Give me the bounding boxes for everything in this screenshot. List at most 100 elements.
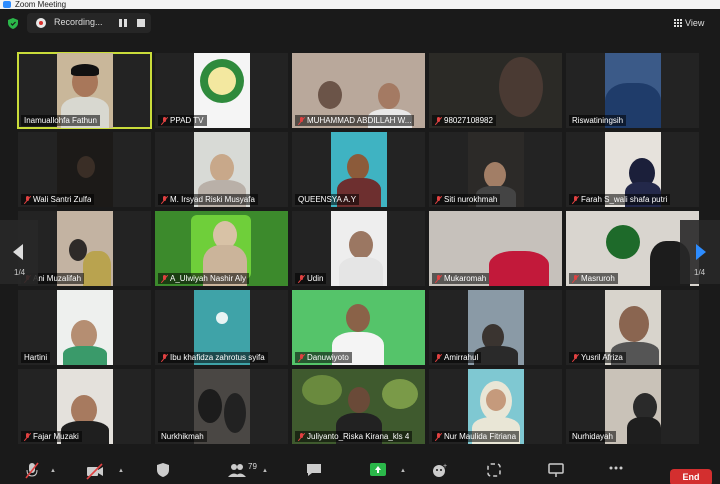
participant-tile[interactable]: 98027108982 bbox=[429, 53, 562, 128]
participant-name-tag: M. Irsyad Riski Musyafa bbox=[158, 194, 258, 205]
participant-tile[interactable]: M. Irsyad Riski Musyafa bbox=[155, 132, 288, 207]
participant-tile[interactable]: Amirrahul bbox=[429, 290, 562, 365]
participant-tile[interactable]: Ibu khafidza zahrotus syifa bbox=[155, 290, 288, 365]
previous-page-button[interactable]: 1/4 bbox=[0, 220, 38, 284]
participant-name-tag: Inamuallohfa Fathun bbox=[21, 115, 100, 126]
muted-mic-icon bbox=[161, 195, 168, 204]
recording-label: Recording... bbox=[54, 17, 103, 27]
chevron-right-icon bbox=[696, 244, 706, 260]
reactions-button[interactable]: + bbox=[432, 462, 448, 480]
chat-button[interactable] bbox=[306, 462, 322, 480]
muted-mic-icon bbox=[24, 195, 31, 204]
meeting-topbar: Recording... View bbox=[0, 9, 720, 37]
muted-mic-icon bbox=[435, 274, 442, 283]
muted-mic-icon bbox=[435, 432, 442, 441]
participant-tile[interactable]: Wali Santri Zulfa bbox=[18, 132, 151, 207]
muted-mic-icon bbox=[572, 195, 579, 204]
shield-icon bbox=[157, 463, 169, 477]
participant-tile[interactable]: Nur Maulida Fitriana bbox=[429, 369, 562, 444]
participant-tile[interactable]: Farah S_wali shafa putri bbox=[566, 132, 699, 207]
participant-tile[interactable]: A_Ulwiyah Nashir Aly bbox=[155, 211, 288, 286]
audio-options-caret-icon[interactable]: ▲ bbox=[50, 468, 56, 474]
chat-bubble-icon bbox=[307, 464, 321, 476]
participant-tile[interactable]: Mukaromah bbox=[429, 211, 562, 286]
participant-name-tag: QUEENSYA A.Y bbox=[295, 194, 360, 205]
participant-name-tag: Yusril Afriza bbox=[569, 352, 626, 363]
muted-microphone-icon bbox=[25, 462, 39, 479]
start-video-button[interactable]: ▲ bbox=[86, 462, 124, 480]
participants-button[interactable]: 79 ▲ bbox=[228, 462, 268, 480]
emoji-icon: + bbox=[433, 463, 447, 477]
participant-name-tag: Mukaromah bbox=[432, 273, 490, 284]
grid-view-icon bbox=[674, 19, 682, 27]
participant-tile[interactable]: Juliyanto_Riska Kirana_kls 4 bbox=[292, 369, 425, 444]
share-screen-button[interactable]: ▲ bbox=[370, 462, 406, 480]
participant-video bbox=[56, 290, 113, 365]
mute-audio-button[interactable]: ▲ bbox=[24, 462, 56, 480]
end-meeting-button[interactable]: End bbox=[670, 469, 712, 484]
video-off-icon bbox=[86, 463, 103, 480]
participant-name-tag: PPAD TV bbox=[158, 115, 207, 126]
muted-mic-icon bbox=[24, 432, 31, 441]
participant-tile[interactable]: Siti nurokhmah bbox=[429, 132, 562, 207]
muted-mic-icon bbox=[572, 274, 579, 283]
zoom-app-icon bbox=[3, 1, 11, 8]
share-screen-icon bbox=[370, 463, 386, 476]
participant-tile[interactable]: Yusril Afriza bbox=[566, 290, 699, 365]
apps-button[interactable] bbox=[486, 462, 502, 480]
participant-tile[interactable]: Udin bbox=[292, 211, 425, 286]
whiteboard-button[interactable] bbox=[548, 462, 564, 480]
view-label: View bbox=[685, 18, 705, 28]
participant-name-tag: Nurhidayah bbox=[569, 431, 616, 442]
muted-mic-icon bbox=[572, 353, 579, 362]
participant-name-tag: Juliyanto_Riska Kirana_kls 4 bbox=[295, 431, 413, 442]
participant-name-tag: 98027108982 bbox=[432, 115, 496, 126]
participant-tile[interactable]: MUHAMMAD ABDILLAH W... bbox=[292, 53, 425, 128]
participant-name-tag: Amirrahul bbox=[432, 352, 482, 363]
participant-tile[interactable]: QUEENSYA A.Y bbox=[292, 132, 425, 207]
participant-tile[interactable]: Hartini bbox=[18, 290, 151, 365]
muted-mic-icon bbox=[298, 353, 305, 362]
participant-name-tag: Siti nurokhmah bbox=[432, 194, 501, 205]
window-title: Zoom Meeting bbox=[15, 0, 67, 9]
participant-name-tag: Wali Santri Zulfa bbox=[21, 194, 95, 205]
participant-name-tag: Hartini bbox=[21, 352, 51, 363]
participant-name-tag: A_Ulwiyah Nashir Aly bbox=[158, 273, 250, 284]
svg-text:+: + bbox=[443, 463, 447, 470]
chevron-left-icon bbox=[13, 244, 23, 260]
muted-mic-icon bbox=[435, 353, 442, 362]
muted-mic-icon bbox=[298, 274, 305, 283]
participant-tile[interactable]: PPAD TV bbox=[155, 53, 288, 128]
video-options-caret-icon[interactable]: ▲ bbox=[118, 468, 124, 474]
participant-name-tag: Ibu khafidza zahrotus syifa bbox=[158, 352, 268, 363]
muted-mic-icon bbox=[161, 116, 168, 125]
pause-recording-icon[interactable] bbox=[119, 19, 127, 27]
next-page-button[interactable]: 1/4 bbox=[680, 220, 720, 284]
share-options-caret-icon[interactable]: ▲ bbox=[400, 468, 406, 474]
muted-mic-icon bbox=[298, 432, 305, 441]
participant-name-tag: Danuwiyoto bbox=[295, 352, 352, 363]
muted-mic-icon bbox=[435, 195, 442, 204]
muted-mic-icon bbox=[161, 274, 168, 283]
participant-name-tag: Nurkhikmah bbox=[158, 431, 207, 442]
participant-tile[interactable]: Nurhidayah bbox=[566, 369, 699, 444]
participant-tile[interactable]: Inamuallohfa Fathun bbox=[17, 52, 152, 129]
participant-tile[interactable]: Danuwiyoto bbox=[292, 290, 425, 365]
stop-recording-icon[interactable] bbox=[137, 19, 145, 27]
participants-icon bbox=[228, 464, 246, 477]
participant-tile[interactable]: Nurkhikmah bbox=[155, 369, 288, 444]
participant-name-tag: Fajar Muzaki bbox=[21, 431, 82, 442]
security-shield-icon[interactable] bbox=[8, 18, 18, 29]
meeting-controls-toolbar: ▲ ▲ 79 ▲ ▲ + End bbox=[0, 458, 720, 484]
participant-tile[interactable]: Fajar Muzaki bbox=[18, 369, 151, 444]
more-button[interactable] bbox=[608, 462, 624, 480]
participant-tile[interactable]: Riswatiningsih bbox=[566, 53, 699, 128]
security-button[interactable] bbox=[156, 462, 170, 480]
page-indicator: 1/4 bbox=[694, 268, 706, 277]
participant-name-tag: Nur Maulida Fitriana bbox=[432, 431, 520, 442]
participants-caret-icon[interactable]: ▲ bbox=[262, 468, 268, 474]
muted-mic-icon bbox=[435, 116, 442, 125]
window-titlebar: Zoom Meeting bbox=[0, 0, 720, 9]
view-button[interactable]: View bbox=[674, 13, 716, 33]
whiteboard-icon bbox=[548, 463, 564, 477]
